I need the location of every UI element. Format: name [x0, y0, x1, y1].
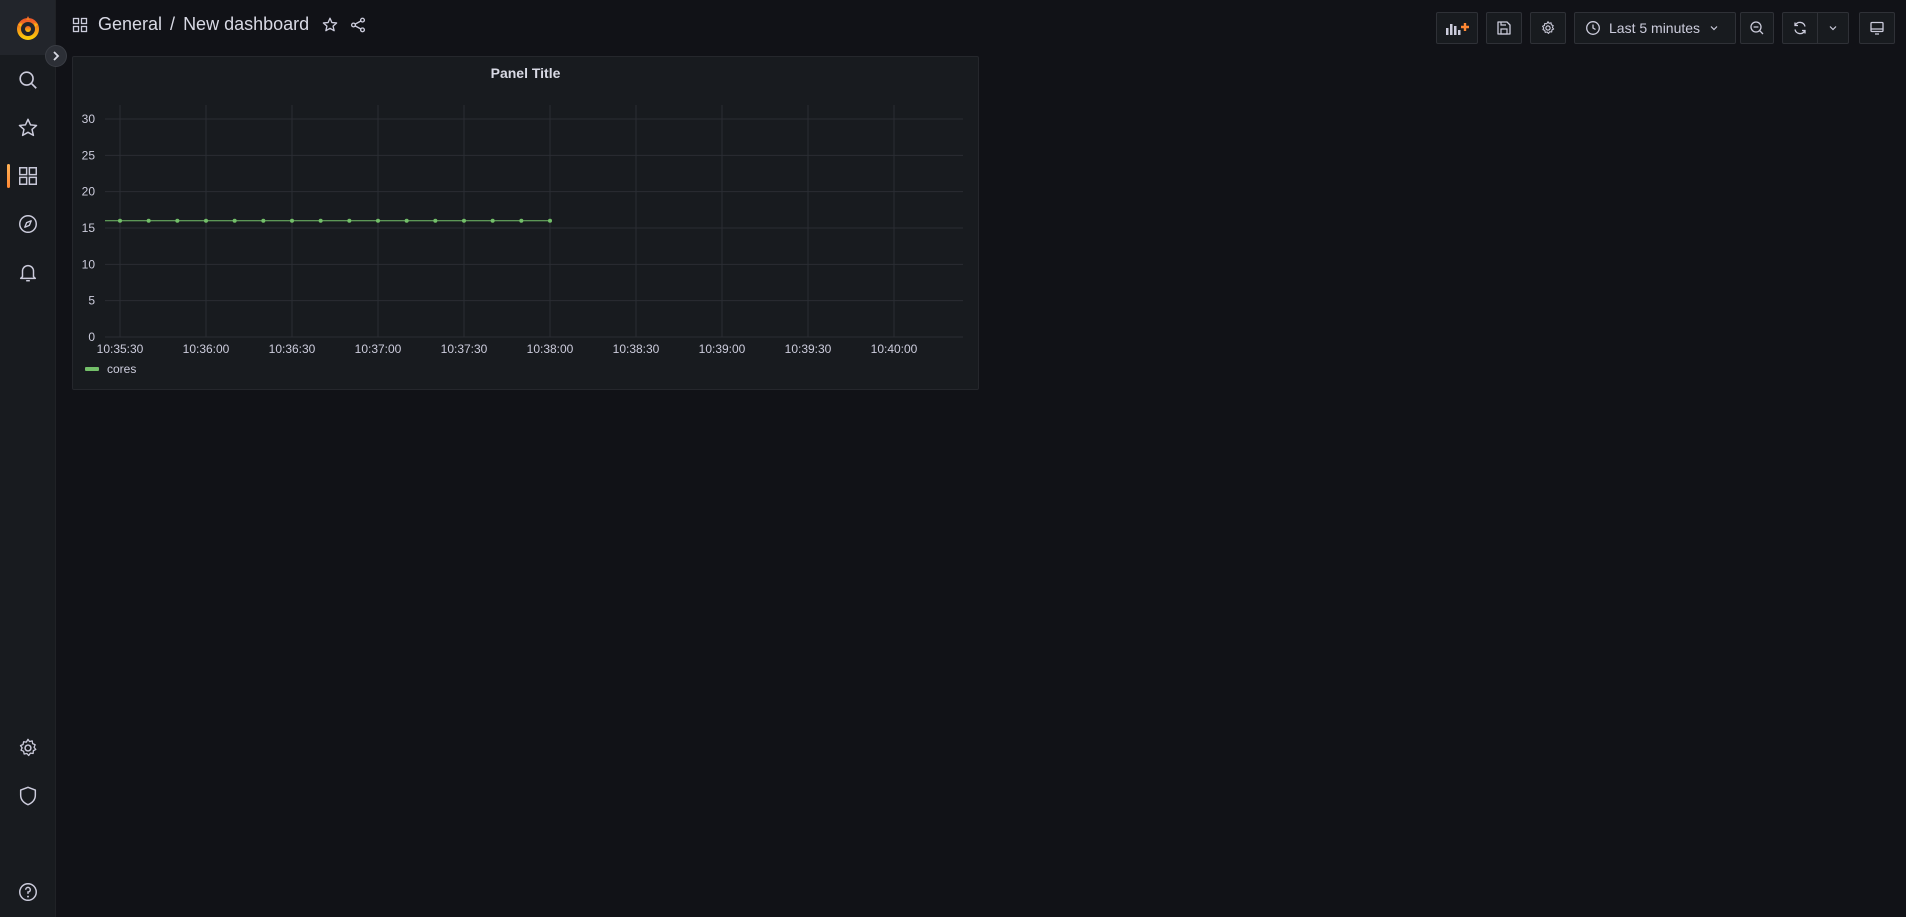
data-point	[118, 218, 122, 223]
monitor-icon	[1870, 21, 1884, 35]
zoom-out-button[interactable]	[1740, 12, 1774, 44]
dashboard-title[interactable]: New dashboard	[183, 14, 309, 35]
refresh-interval-dropdown[interactable]	[1817, 12, 1849, 44]
time-series-chart[interactable]: 0 5 10 15 20 25 30 10:35:30 10:36:00 10:36:30 10:3…	[73, 57, 980, 391]
y-tick-label: 0	[88, 330, 95, 344]
graph-panel[interactable]: Panel Title 0 5 10 15 20 25 30 10:35:30 10:36:00…	[72, 56, 979, 390]
data-point	[204, 218, 208, 223]
x-tick-label: 10:40:00	[871, 342, 918, 356]
legend-series-label[interactable]: cores	[107, 362, 136, 376]
data-point	[347, 218, 352, 223]
chevron-down-icon	[1710, 26, 1718, 31]
y-tick-label: 15	[82, 221, 96, 235]
data-point	[318, 218, 323, 223]
sidebar-item-help[interactable]	[0, 872, 55, 912]
expand-sidebar-button[interactable]	[45, 45, 67, 67]
data-point	[290, 218, 294, 223]
dashboard-grid-icon	[72, 17, 88, 32]
sidebar-item-alerting[interactable]	[0, 252, 55, 292]
breadcrumb-folder[interactable]: General	[98, 14, 162, 35]
add-panel-icon	[1446, 23, 1469, 35]
chevron-right-icon	[53, 51, 60, 61]
data-point	[376, 218, 380, 223]
y-tick-label: 20	[82, 185, 96, 199]
data-point	[232, 218, 237, 223]
data-point	[519, 218, 524, 223]
bell-icon	[19, 264, 36, 282]
sidebar-item-configuration[interactable]	[0, 728, 55, 768]
refresh-icon	[1794, 21, 1806, 35]
x-tick-label: 10:36:30	[269, 342, 316, 356]
y-tick-label: 10	[82, 257, 96, 271]
x-tick-label: 10:39:00	[699, 342, 746, 356]
gear-icon	[1542, 21, 1555, 34]
sidebar-item-dashboards[interactable]	[0, 156, 55, 196]
gear-icon	[19, 738, 36, 757]
sidebar-item-explore[interactable]	[0, 204, 55, 244]
data-point	[146, 218, 151, 223]
share-icon[interactable]	[349, 16, 367, 34]
data-point	[175, 218, 180, 223]
data-point	[433, 218, 438, 223]
breadcrumb: General / New dashboard	[72, 14, 367, 35]
breadcrumb-separator: /	[170, 14, 176, 34]
data-point	[490, 218, 495, 223]
star-icon[interactable]	[321, 16, 339, 34]
tv-mode-button[interactable]	[1859, 12, 1895, 44]
help-icon	[18, 883, 37, 901]
y-tick-label: 30	[82, 112, 96, 126]
chart-legend: cores	[85, 362, 136, 376]
time-range-label: Last 5 minutes	[1609, 20, 1701, 36]
time-range-picker[interactable]: Last 5 minutes	[1574, 12, 1736, 44]
compass-icon	[18, 215, 37, 233]
x-tick-label: 10:36:00	[183, 342, 230, 356]
x-tick-label: 10:35:30	[97, 342, 144, 356]
x-tick-label: 10:39:30	[785, 342, 832, 356]
dashboards-grid-icon	[18, 167, 37, 185]
data-point	[548, 218, 552, 223]
x-tick-label: 10:37:30	[441, 342, 488, 356]
clock-icon	[1586, 21, 1600, 35]
sidebar-item-server-admin[interactable]	[0, 776, 55, 816]
x-tick-label: 10:38:30	[613, 342, 660, 356]
legend-swatch	[85, 367, 99, 371]
data-point	[261, 218, 266, 223]
chevron-down-icon	[1829, 26, 1837, 31]
zoom-out-icon	[1750, 21, 1764, 35]
grafana-logo-icon	[16, 15, 39, 40]
save-icon	[1497, 21, 1511, 35]
grafana-logo[interactable]	[0, 0, 55, 55]
save-dashboard-button[interactable]	[1486, 12, 1522, 44]
x-tick-label: 10:38:00	[527, 342, 574, 356]
sidebar	[0, 0, 67, 917]
sidebar-item-starred[interactable]	[0, 108, 55, 148]
data-point	[462, 218, 466, 223]
y-tick-label: 5	[88, 294, 95, 308]
sidebar-item-search[interactable]	[0, 60, 55, 100]
star-icon	[18, 118, 37, 137]
search-icon	[18, 71, 37, 89]
add-panel-button[interactable]	[1436, 12, 1478, 44]
data-point	[404, 218, 409, 223]
x-tick-label: 10:37:00	[355, 342, 402, 356]
y-tick-label: 25	[82, 148, 96, 162]
refresh-button[interactable]	[1782, 12, 1818, 44]
dashboard-settings-button[interactable]	[1530, 12, 1566, 44]
shield-icon	[19, 786, 36, 806]
